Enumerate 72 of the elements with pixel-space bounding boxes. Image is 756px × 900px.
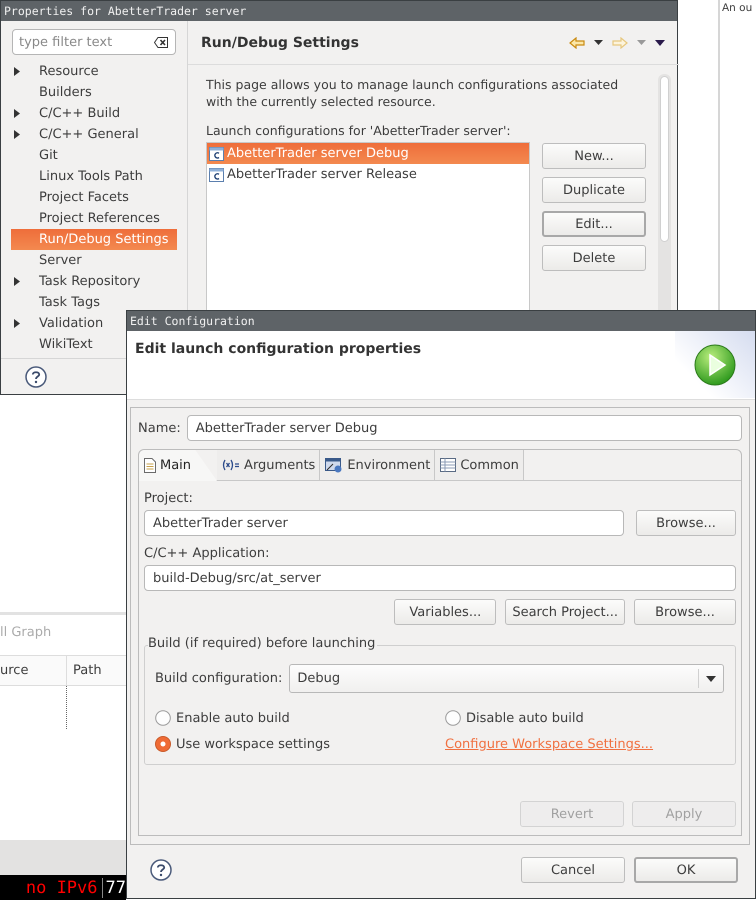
dropdown-icon[interactable] [594,40,603,45]
tab[interactable]: Arguments [217,450,320,480]
tree-item[interactable]: Git [11,145,177,166]
expand-arrow-icon[interactable] [14,319,20,328]
column-header: Path [72,663,102,678]
action-button[interactable]: Duplicate [542,177,646,203]
column-header: urce [0,663,28,678]
play-icon [694,344,736,386]
help-icon[interactable] [25,366,47,388]
tree-item[interactable]: Server [11,250,177,271]
config-file-icon [209,146,224,160]
expand-arrow-icon[interactable] [14,67,20,76]
browse-button[interactable]: Browse... [636,510,736,536]
radio-button[interactable] [445,710,461,726]
window-title: Properties for AbetterTrader server [1,1,677,21]
radio-option[interactable]: Use workspace settings [155,736,445,752]
radio-button[interactable] [155,710,171,726]
back-arrow-icon[interactable] [569,36,585,48]
tab[interactable]: Environment [320,450,436,480]
clear-icon[interactable] [154,37,168,48]
project-field[interactable]: AbetterTrader server [144,510,624,536]
radio-option[interactable]: Enable auto build [155,710,445,726]
radio-option[interactable]: Disable auto build [445,710,724,726]
tree-item[interactable]: Resource [11,61,177,82]
build-config-dropdown[interactable]: Debug [289,664,724,693]
tree-item[interactable]: Project References [11,208,177,229]
configuration-item[interactable]: AbetterTrader server Release [207,164,529,185]
tree-item[interactable]: C/C++ Build [11,103,177,124]
action-button[interactable]: Edit... [542,211,646,237]
status-text: no IPv6 [26,878,99,898]
help-icon[interactable] [150,859,172,881]
filter-field[interactable]: type filter text [12,29,176,55]
expand-arrow-icon[interactable] [14,130,20,139]
application-label: C/C++ Application: [144,546,270,561]
application-field[interactable]: build-Debug/src/at_server [144,565,736,591]
expand-arrow-icon[interactable] [14,277,20,286]
radio-button[interactable] [155,736,171,752]
action-button[interactable]: Delete [542,245,646,271]
project-label: Project: [144,491,194,506]
caret-icon [706,676,716,682]
action-button[interactable]: Variables... [394,599,496,625]
tab[interactable]: Common [435,450,524,480]
tree-item[interactable]: Builders [11,82,177,103]
action-button[interactable]: New... [542,143,646,169]
list-label: Launch configurations for 'AbetterTrader server': [206,123,512,138]
ok-button[interactable]: OK [634,857,738,883]
cancel-button[interactable]: Cancel [521,857,625,883]
panel-text: An ou [722,2,752,14]
tree-item[interactable]: Task Repository [11,271,177,292]
tree-item[interactable]: C/C++ General [11,124,177,145]
dialog-heading: Edit launch configuration properties [134,340,422,359]
group-title: Build (if required) before launching [148,636,378,651]
dropdown-icon [637,40,646,45]
variables-icon [222,459,240,471]
name-field[interactable]: AbetterTrader server Debug [186,415,742,441]
table-icon [440,458,456,472]
expand-arrow-icon[interactable] [14,109,20,118]
build-config-label: Build configuration: [155,671,282,686]
window-title: Edit Configuration [127,311,755,331]
tree-item[interactable]: Project Facets [11,187,177,208]
tree-item[interactable]: Task Tags [11,292,177,313]
tab[interactable]: Main [139,450,218,481]
name-label: Name: [138,420,181,436]
description-text: This page allows you to manage launch configurations associated with the currently selected resource. [206,76,620,110]
config-file-icon [209,168,224,182]
action-button[interactable]: Search Project... [505,599,625,625]
action-button[interactable]: Browse... [634,599,736,625]
environment-icon [325,458,344,472]
view-menu-icon[interactable] [655,40,665,46]
page-title: Run/Debug Settings [201,34,359,50]
document-icon [144,458,156,473]
tree-item[interactable]: Linux Tools Path [11,166,177,187]
